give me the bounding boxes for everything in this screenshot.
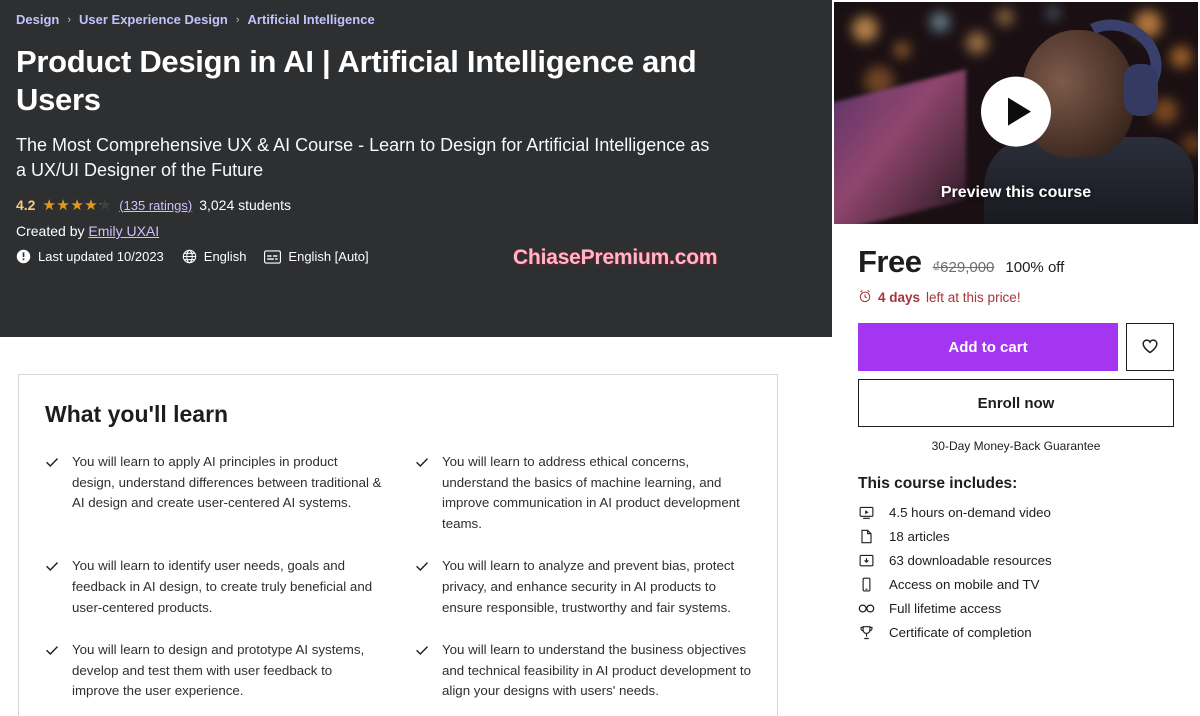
what-you-will-learn-card: What you'll learn You will learn to appl… xyxy=(18,374,778,716)
created-by-label: Created by xyxy=(16,223,85,239)
check-icon xyxy=(45,559,59,578)
wishlist-button[interactable] xyxy=(1126,323,1174,371)
list-item: You will learn to analyze and prevent bi… xyxy=(415,556,753,618)
play-icon[interactable] xyxy=(981,76,1051,147)
mobile-icon xyxy=(858,577,875,592)
purchase-panel: Free ₫629,000 100% off 4 days left at th… xyxy=(832,222,1200,640)
closed-caption-icon xyxy=(264,249,282,264)
breadcrumb-separator-icon: › xyxy=(67,13,72,26)
check-icon xyxy=(45,455,59,474)
list-item: You will learn to address ethical concer… xyxy=(415,452,753,534)
download-icon xyxy=(858,553,875,568)
learn-item-text: You will learn to analyze and prevent bi… xyxy=(442,558,735,615)
breadcrumb: Design › User Experience Design › Artifi… xyxy=(16,12,808,27)
site-watermark: ChiasePremium.com xyxy=(513,246,718,269)
course-includes-list: 4.5 hours on-demand video 18 articles 63… xyxy=(858,505,1174,640)
video-icon xyxy=(858,505,875,520)
include-label: Full lifetime access xyxy=(889,601,1002,616)
learn-item-text: You will learn to apply AI principles in… xyxy=(72,454,382,511)
instructor-link[interactable]: Emily UXAI xyxy=(88,223,159,239)
language-label: English xyxy=(203,249,247,264)
original-price: ₫629,000 xyxy=(932,259,995,276)
list-item: You will learn to understand the busines… xyxy=(415,640,753,702)
include-label: 63 downloadable resources xyxy=(889,553,1052,568)
enroll-now-button[interactable]: Enroll now xyxy=(858,379,1174,427)
section-title: What you'll learn xyxy=(45,401,229,427)
page-title: Product Design in AI | Artificial Intell… xyxy=(16,44,697,117)
trophy-icon xyxy=(858,625,875,640)
discount-percent: 100% off xyxy=(1005,259,1065,276)
current-price: Free xyxy=(858,244,922,279)
learn-item-text: You will learn to understand the busines… xyxy=(442,642,751,699)
course-preview-video[interactable]: Preview this course xyxy=(834,2,1198,224)
list-item: 4.5 hours on-demand video xyxy=(858,505,1174,520)
language-meta: English xyxy=(182,249,247,264)
include-label: Certificate of completion xyxy=(889,625,1032,640)
list-item: 63 downloadable resources xyxy=(858,553,1174,568)
breadcrumb-item-artificial-intelligence[interactable]: Artificial Intelligence xyxy=(248,12,375,27)
creator-row: Created by Emily UXAI xyxy=(16,223,808,239)
include-label: Access on mobile and TV xyxy=(889,577,1040,592)
preview-this-course-label: Preview this course xyxy=(940,184,1092,201)
infinity-icon xyxy=(858,602,875,615)
list-item: You will learn to identify user needs, g… xyxy=(45,556,383,618)
course-purchase-sidebar: Preview this course Free ₫629,000 100% o… xyxy=(832,0,1200,716)
article-icon xyxy=(858,529,875,544)
last-updated-meta: Last updated 10/2023 xyxy=(16,249,164,264)
list-item: Certificate of completion xyxy=(858,625,1174,640)
add-to-cart-button[interactable]: Add to cart xyxy=(858,323,1118,371)
price-row: Free ₫629,000 100% off xyxy=(858,244,1174,280)
learn-item-text: You will learn to identify user needs, g… xyxy=(72,558,373,615)
deadline-days: 4 days xyxy=(878,290,921,305)
captions-label: English [Auto] xyxy=(288,249,369,264)
star-rating-icon: ★★★★★ ★★★★★ xyxy=(42,196,113,214)
money-back-guarantee-label: 30-Day Money-Back Guarantee xyxy=(931,439,1101,453)
list-item: Access on mobile and TV xyxy=(858,577,1174,592)
check-icon xyxy=(415,455,429,474)
course-includes-title: This course includes: xyxy=(858,475,1018,492)
list-item: You will learn to design and prototype A… xyxy=(45,640,383,702)
globe-icon xyxy=(182,249,197,264)
info-circle-icon xyxy=(16,249,31,264)
price-deadline-row: 4 days left at this price! xyxy=(858,289,1174,306)
learn-items-grid: You will learn to apply AI principles in… xyxy=(45,452,753,702)
cta-row: Add to cart xyxy=(858,323,1174,371)
learn-item-text: You will learn to design and prototype A… xyxy=(72,642,365,699)
list-item: Full lifetime access xyxy=(858,601,1174,616)
list-item: 18 articles xyxy=(858,529,1174,544)
rating-count-link[interactable]: (135 ratings) xyxy=(119,198,192,213)
rating-value: 4.2 xyxy=(16,197,36,213)
include-label: 4.5 hours on-demand video xyxy=(889,505,1051,520)
check-icon xyxy=(45,643,59,662)
heart-icon xyxy=(1140,336,1160,359)
last-updated-label: Last updated 10/2023 xyxy=(38,249,164,264)
course-landing-page: Design › User Experience Design › Artifi… xyxy=(0,0,1200,716)
breadcrumb-item-user-experience-design[interactable]: User Experience Design xyxy=(79,12,228,27)
course-subtitle: The Most Comprehensive UX & AI Course - … xyxy=(16,134,710,180)
check-icon xyxy=(415,559,429,578)
breadcrumb-separator-icon: › xyxy=(235,13,240,26)
list-item: You will learn to apply AI principles in… xyxy=(45,452,383,534)
alarm-clock-icon xyxy=(858,289,872,306)
deadline-suffix: left at this price! xyxy=(926,290,1021,305)
captions-meta: English [Auto] xyxy=(264,249,369,264)
rating-row: 4.2 ★★★★★ ★★★★★ (135 ratings) 3,024 stud… xyxy=(16,197,808,213)
include-label: 18 articles xyxy=(889,529,950,544)
student-count: 3,024 students xyxy=(199,197,292,213)
breadcrumb-item-design[interactable]: Design xyxy=(16,12,59,27)
check-icon xyxy=(415,643,429,662)
course-hero-header: Design › User Experience Design › Artifi… xyxy=(0,0,832,337)
learn-item-text: You will learn to address ethical concer… xyxy=(442,454,740,531)
